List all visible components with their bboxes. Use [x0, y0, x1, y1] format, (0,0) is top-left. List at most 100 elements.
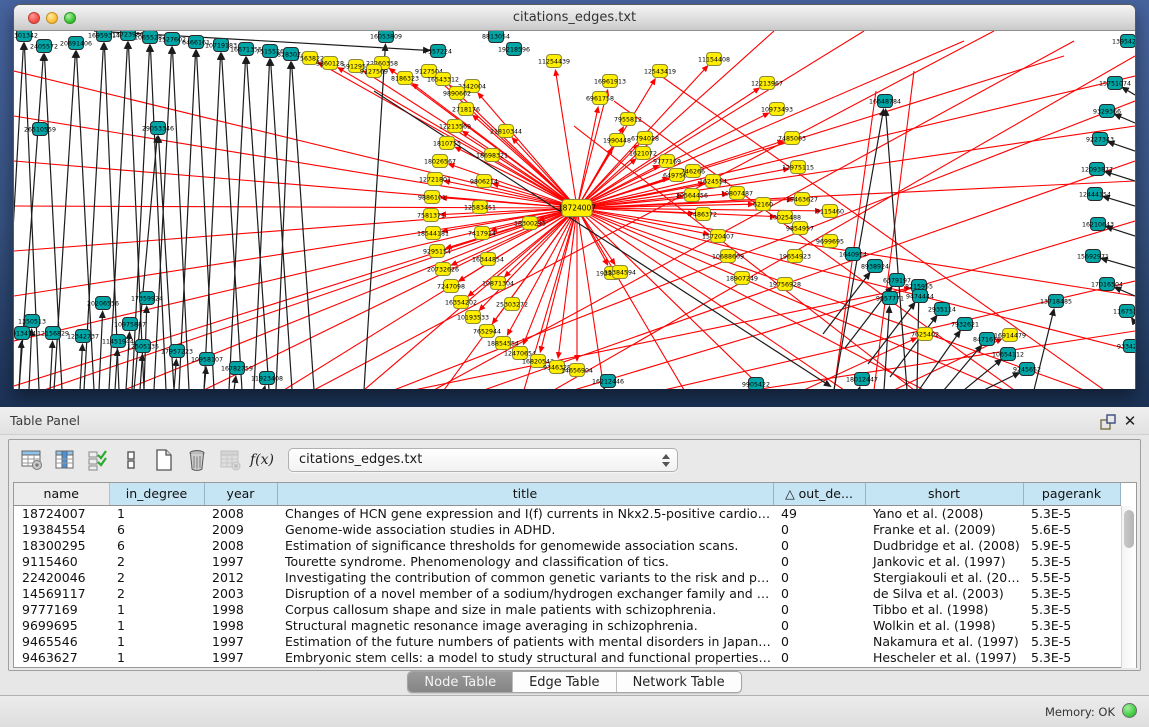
table-cell[interactable]: 0 — [773, 585, 865, 601]
network-node[interactable]: 20564456 — [676, 189, 708, 202]
table-cell[interactable]: Changes of HCN gene expression and I(f) … — [277, 505, 773, 521]
table-cell[interactable]: Wolkin et al. (1998) — [865, 617, 1023, 633]
table-cell[interactable]: Jankovic et al. (1997) — [865, 553, 1023, 569]
network-node[interactable]: 8938924 — [861, 260, 889, 273]
network-node[interactable]: 12213569 — [439, 120, 471, 133]
table-cell[interactable]: Franke et al. (2009) — [865, 521, 1023, 537]
network-node[interactable]: 6794028 — [631, 132, 659, 145]
table-cell[interactable]: 2 — [109, 585, 204, 601]
table-cell[interactable]: Estimation of significance thresholds fo… — [277, 537, 773, 553]
table-cell[interactable]: 5.3E-5 — [1023, 505, 1120, 521]
table-cell[interactable]: Dudbridge et al. (2008) — [865, 537, 1023, 553]
network-node[interactable]: 16344854 — [472, 253, 504, 266]
table-cell[interactable]: Nakamura et al. (1997) — [865, 633, 1023, 649]
network-node[interactable]: 62160 — [753, 198, 773, 211]
table-cell[interactable]: 49 — [773, 505, 865, 521]
column-header-name[interactable]: name — [14, 483, 109, 505]
network-node[interactable]: 2718176 — [452, 103, 480, 116]
table-cell[interactable]: 2008 — [204, 537, 277, 553]
network-node[interactable]: 12093877 — [1081, 163, 1113, 176]
network-node[interactable]: 8301342 — [14, 31, 38, 42]
memory-ok-icon[interactable] — [1122, 703, 1137, 718]
function-builder-icon[interactable]: f(x) — [250, 452, 274, 468]
table-cell[interactable]: 1997 — [204, 649, 277, 665]
table-cell[interactable]: 9115460 — [14, 553, 109, 569]
table-cell[interactable]: 6 — [109, 521, 204, 537]
network-canvas[interactable]: 8301342240557220691406169593141572398010… — [14, 31, 1135, 389]
delete-table-icon[interactable] — [215, 446, 245, 474]
table-cell[interactable]: Structural magnetic resonance image aver… — [277, 617, 773, 633]
table-cell[interactable]: 5.5E-5 — [1023, 569, 1120, 585]
network-node[interactable]: 1167533 — [1113, 305, 1135, 318]
table-row[interactable]: 1456911722003Disruption of a novel membe… — [14, 585, 1120, 601]
table-cell[interactable]: 5.3E-5 — [1023, 649, 1120, 665]
new-table-icon[interactable] — [149, 446, 179, 474]
table-cell[interactable]: 5.3E-5 — [1023, 617, 1120, 633]
tab-edge-table[interactable]: Edge Table — [513, 672, 616, 692]
table-cell[interactable]: 0 — [773, 649, 865, 665]
table-cell[interactable]: 0 — [773, 617, 865, 633]
table-cell[interactable]: Tourette syndrome. Phenomenology and cla… — [277, 553, 773, 569]
table-cell[interactable]: 9465546 — [14, 633, 109, 649]
table-cell[interactable]: 2008 — [204, 505, 277, 521]
network-node[interactable]: 10688609 — [712, 250, 744, 263]
network-node[interactable]: 18012447 — [846, 373, 878, 386]
network-node[interactable]: 16782759 — [221, 362, 253, 375]
column-header-title[interactable]: title — [277, 483, 773, 505]
table-cell[interactable]: 5.3E-5 — [1023, 601, 1120, 617]
table-cell[interactable]: 1 — [109, 617, 204, 633]
table-cell[interactable]: 2009 — [204, 521, 277, 537]
row-selection-icon[interactable] — [83, 446, 113, 474]
network-node[interactable]: 2405572 — [30, 40, 58, 53]
network-node[interactable]: 9886101 — [418, 191, 446, 204]
network-node[interactable]: 9474444 — [906, 290, 934, 303]
network-node[interactable]: 9227343 — [1086, 133, 1114, 146]
table-cell[interactable]: 0 — [773, 553, 865, 569]
table-cell[interactable]: 0 — [773, 537, 865, 553]
table-scrollbar-thumb[interactable] — [1124, 510, 1134, 548]
network-node[interactable]: 11254439 — [538, 55, 570, 68]
network-node[interactable]: 19463627 — [786, 193, 818, 206]
table-cell[interactable]: 2012 — [204, 569, 277, 585]
delete-rows-trash-icon[interactable] — [182, 446, 212, 474]
table-cell[interactable]: 5.9E-5 — [1023, 537, 1120, 553]
table-cell[interactable]: Corpus callosum shape and size in male p… — [277, 601, 773, 617]
table-settings-icon[interactable] — [17, 446, 47, 474]
table-cell[interactable]: 9699695 — [14, 617, 109, 633]
column-header-out_de[interactable]: △ out_de... — [773, 483, 865, 505]
network-node[interactable]: 16053809 — [370, 31, 402, 43]
network-node[interactable]: 29053346 — [142, 122, 174, 135]
network-node[interactable]: 10958107 — [191, 353, 223, 366]
network-node[interactable]: 9806214 — [470, 175, 498, 188]
network-node[interactable]: 21810344 — [490, 125, 522, 138]
network-node[interactable]: 15692971 — [1077, 250, 1109, 263]
table-cell[interactable]: 0 — [773, 633, 865, 649]
table-cell[interactable]: 2 — [109, 553, 204, 569]
close-panel-icon[interactable]: ✕ — [1121, 412, 1139, 430]
table-cell[interactable]: 1998 — [204, 601, 277, 617]
table-cell[interactable]: 1 — [109, 649, 204, 665]
network-node[interactable]: 12975115 — [782, 161, 814, 174]
network-node[interactable]: 12342737 — [67, 330, 99, 343]
table-cell[interactable]: 9777169 — [14, 601, 109, 617]
network-node[interactable]: 12444154 — [1079, 188, 1111, 201]
table-cell[interactable]: 1 — [109, 633, 204, 649]
table-cell[interactable]: Investigating the contribution of common… — [277, 569, 773, 585]
network-node[interactable]: 7932621 — [951, 318, 979, 331]
table-cell[interactable]: 19384554 — [14, 521, 109, 537]
network-node[interactable]: 7652944 — [473, 325, 501, 338]
network-node[interactable]: 10973493 — [761, 103, 793, 116]
table-row[interactable]: 1938455462009Genome-wide association stu… — [14, 521, 1120, 537]
network-node[interactable]: 9905422 — [742, 378, 770, 390]
table-scrollbar[interactable] — [1121, 506, 1136, 668]
network-node[interactable]: 6961758 — [586, 92, 614, 105]
column-header-pagerank[interactable]: pagerank — [1023, 483, 1120, 505]
table-cell[interactable]: 14569117 — [14, 585, 109, 601]
network-node[interactable]: 16961913 — [594, 75, 626, 88]
network-node[interactable]: 7357224 — [424, 45, 452, 58]
network-node[interactable]: 8813054 — [482, 31, 510, 43]
network-node[interactable]: 12543419 — [644, 65, 676, 78]
table-cell[interactable]: 1998 — [204, 617, 277, 633]
table-row[interactable]: 911546021997Tourette syndrome. Phenomeno… — [14, 553, 1120, 569]
table-cell[interactable]: 5.3E-5 — [1023, 585, 1120, 601]
